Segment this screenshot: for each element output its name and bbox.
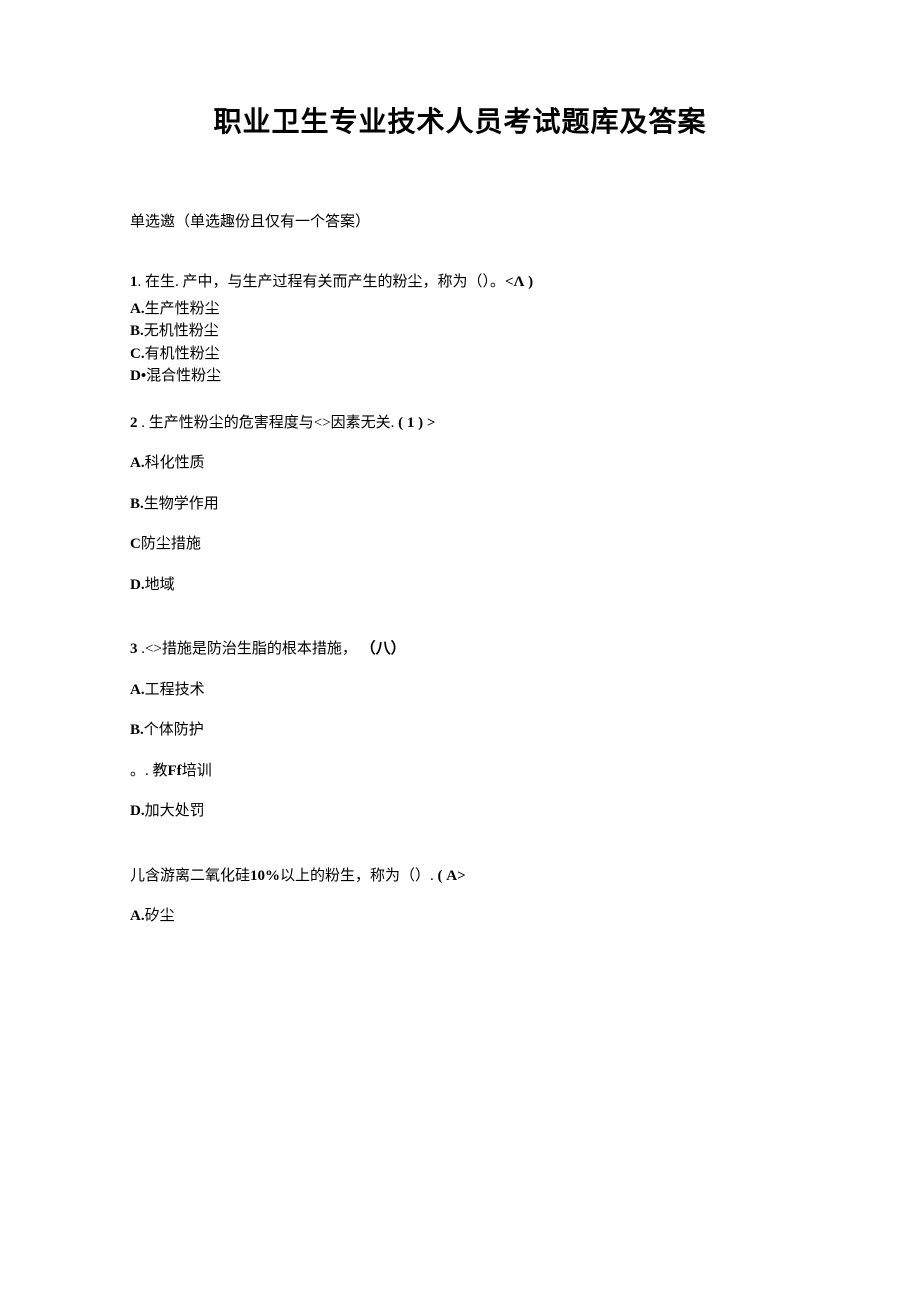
question-2: 2 . 生产性粉尘的危害程度与<>因素无关. ( 1 ) > A.科化性质 B.… — [130, 412, 790, 597]
q1-option-b-label: B. — [130, 323, 144, 339]
instructions: 单选邀（单选趣份且仅有一个答案） — [130, 210, 790, 231]
q3-stem-text: .<>措施是防治生脂的根本措施， — [138, 641, 357, 657]
q2-option-c-text: 防尘措施 — [141, 536, 201, 552]
q2-option-a-label: A. — [130, 455, 145, 471]
question-4-stem: 儿含游离二氧化硅10%以上的粉生，称为（）. ( A> — [130, 865, 790, 888]
q2-answer-tag: ( 1 ) > — [398, 415, 435, 431]
question-1: 1. 在生. 产中，与生产过程有关而产生的粉尘，称为（）。<Λ ) A.生产性粉… — [130, 271, 790, 388]
q2-option-a-text: 科化性质 — [145, 455, 205, 471]
q2-option-a: A.科化性质 — [130, 452, 790, 475]
q3-option-b-text: 个体防护 — [144, 722, 204, 738]
q3-option-b: B.个体防护 — [130, 719, 790, 742]
q1-option-a: A.生产性粉尘 — [130, 298, 790, 321]
q3-option-a: A.工程技术 — [130, 679, 790, 702]
q4-option-a: A.矽尘 — [130, 905, 790, 928]
q1-stem-text: . 在生. 产中，与生产过程有关而产生的粉尘，称为（）。 — [138, 274, 506, 290]
q4-stem-text-b: 以上的粉生，称为（）. — [280, 868, 434, 884]
q3-option-c: 。. 教Ff培训 — [130, 760, 790, 783]
q1-option-a-label: A. — [130, 301, 145, 317]
q2-stem-text: . 生产性粉尘的危害程度与<>因素无关. — [138, 415, 395, 431]
q3-option-b-label: B. — [130, 722, 144, 738]
q2-option-d: D.地域 — [130, 574, 790, 597]
q1-option-a-text: 生产性粉尘 — [145, 301, 220, 317]
q2-option-b-label: B. — [130, 496, 144, 512]
q3-option-d: D.加大处罚 — [130, 800, 790, 823]
q4-option-a-label: A. — [130, 908, 145, 924]
question-2-stem: 2 . 生产性粉尘的危害程度与<>因素无关. ( 1 ) > — [130, 412, 790, 435]
q4-stem-text-a: 儿含游离二氧化硅 — [130, 868, 250, 884]
question-3-stem: 3 .<>措施是防治生脂的根本措施， （八） — [130, 638, 790, 661]
document-title: 职业卫生专业技术人员考试题库及答案 — [130, 100, 790, 140]
q3-option-a-label: A. — [130, 682, 145, 698]
q2-option-b-text: 生物学作用 — [144, 496, 219, 512]
q1-number: 1 — [130, 274, 138, 290]
question-1-stem: 1. 在生. 产中，与生产过程有关而产生的粉尘，称为（）。<Λ ) — [130, 271, 790, 294]
q3-answer-tag: （八） — [361, 641, 406, 657]
q1-option-d-label: D• — [130, 368, 146, 384]
q1-option-c-label: C. — [130, 346, 145, 362]
q3-option-d-label: D. — [130, 803, 145, 819]
q4-answer-tag: ( A> — [438, 868, 466, 884]
q2-number: 2 — [130, 415, 138, 431]
q1-option-d: D•混合性粉尘 — [130, 365, 790, 388]
document-page: 职业卫生专业技术人员考试题库及答案 单选邀（单选趣份且仅有一个答案） 1. 在生… — [0, 0, 920, 1301]
q1-answer-tag: <Λ ) — [505, 274, 533, 290]
q2-option-d-text: 地域 — [145, 577, 175, 593]
q3-option-c-label: 。. 教 — [130, 763, 168, 779]
q3-option-a-text: 工程技术 — [145, 682, 205, 698]
q1-option-c: C.有机性粉尘 — [130, 343, 790, 366]
q3-option-d-text: 加大处罚 — [145, 803, 205, 819]
q1-option-b-text: 无机性粉尘 — [144, 323, 219, 339]
question-4: 儿含游离二氧化硅10%以上的粉生，称为（）. ( A> A.矽尘 — [130, 865, 790, 928]
q2-option-d-label: D. — [130, 577, 145, 593]
q1-option-b: B.无机性粉尘 — [130, 320, 790, 343]
q3-option-c-text: 培训 — [182, 763, 212, 779]
q2-option-b: B.生物学作用 — [130, 493, 790, 516]
q2-option-c: C防尘措施 — [130, 533, 790, 556]
q3-option-c-mid: Ff — [168, 763, 182, 779]
q2-option-c-label: C — [130, 536, 141, 552]
question-3: 3 .<>措施是防治生脂的根本措施， （八） A.工程技术 B.个体防护 。. … — [130, 638, 790, 823]
q1-option-c-text: 有机性粉尘 — [145, 346, 220, 362]
q4-stem-mid: 10% — [250, 868, 280, 884]
q1-option-d-text: 混合性粉尘 — [146, 368, 221, 384]
q4-option-a-text: 矽尘 — [145, 908, 175, 924]
q3-number: 3 — [130, 641, 138, 657]
